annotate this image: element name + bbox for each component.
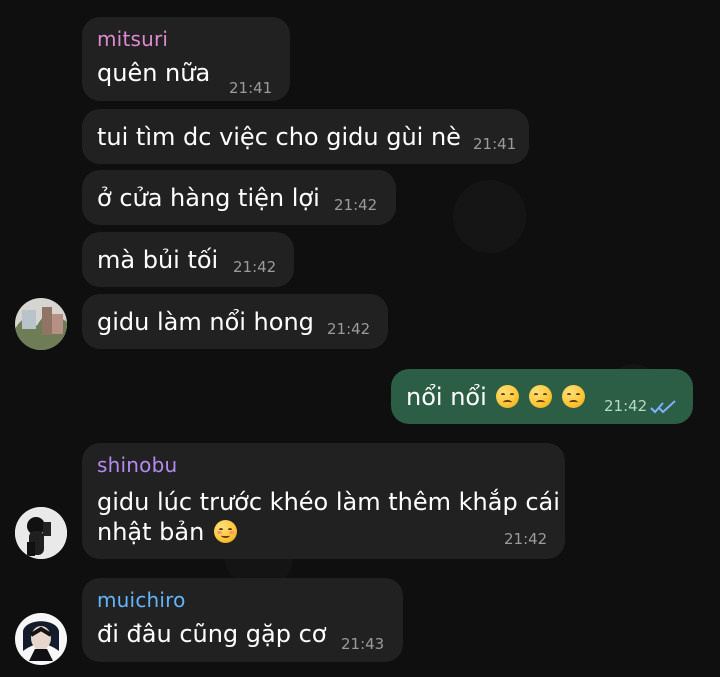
message-bubble-2[interactable]: tui tìm dc việc cho gidu gùi nè 21:41 [82,109,529,164]
message-time: 21:42 [233,258,277,276]
message-text: nhật bản [97,518,205,546]
mitsuri-avatar[interactable] [15,298,67,350]
muichiro-avatar-image [15,613,67,665]
message-text: mà bủi tối [97,246,219,274]
sender-name-shinobu[interactable]: shinobu [97,455,177,475]
outgoing-message-text: nổi nổi [406,385,585,409]
message-text: tui tìm dc việc cho gidu gùi nè [97,123,461,151]
message-time: 21:42 [327,320,371,338]
double-check-icon [650,400,676,414]
message-text: gidu làm nổi hong [97,308,314,336]
message-time: 21:42 [604,397,648,415]
pensive-face-icon [496,385,520,408]
message-text: quên nữa [97,59,211,87]
message-bubble-1[interactable]: mitsuri quên nữa 21:41 [82,17,290,101]
mitsuri-avatar-image [15,298,67,350]
message-text: ở cửa hàng tiện lợi [97,184,320,212]
message-bubble-4[interactable]: mà bủi tối 21:42 [82,232,294,287]
sender-name-mitsuri[interactable]: mitsuri [97,29,168,49]
message-time: 21:41 [473,135,517,153]
message-time: 21:42 [334,196,378,214]
message-time: 21:43 [341,635,385,653]
pensive-face-icon [561,385,585,408]
shinobu-avatar[interactable] [15,507,67,559]
muichiro-avatar[interactable] [15,613,67,665]
smiling-face-icon [213,520,237,543]
message-bubble-8[interactable]: muichiro đi đâu cũng gặp cơ 21:43 [82,578,403,662]
message-time: 21:42 [504,530,548,548]
message-bubble-5[interactable]: gidu làm nổi hong 21:42 [82,294,388,349]
message-text: gidu lúc trước khéo làm thêm khắp cái [97,488,560,516]
outgoing-message-bubble[interactable]: nổi nổi 21:42 [391,369,693,424]
message-text: nổi nổi [406,383,487,411]
message-bubble-7[interactable]: shinobu gidu lúc trước khéo làm thêm khắ… [82,443,565,559]
message-bubble-3[interactable]: ở cửa hàng tiện lợi 21:42 [82,170,396,225]
pensive-face-icon [529,385,553,408]
sender-name-muichiro[interactable]: muichiro [97,590,186,610]
shinobu-avatar-image [15,507,67,559]
message-text-second-line: nhật bản [97,520,237,544]
message-time: 21:41 [229,79,273,97]
message-text: đi đâu cũng gặp cơ [97,620,327,648]
